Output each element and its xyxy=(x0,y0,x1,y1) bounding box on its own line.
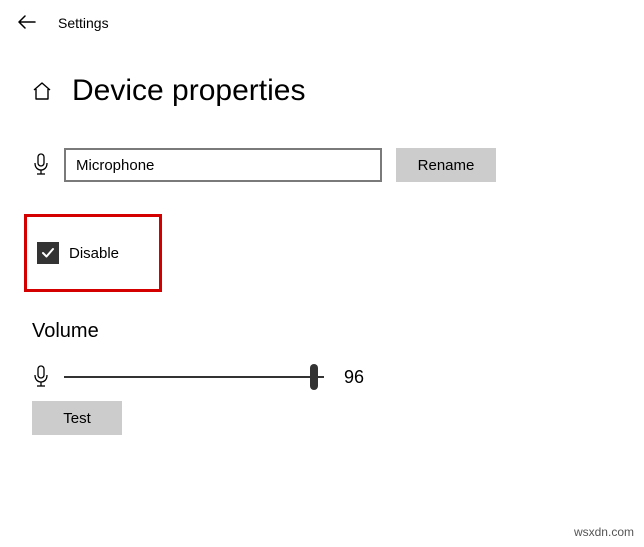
back-button[interactable] xyxy=(18,14,36,32)
page-title: Device properties xyxy=(72,74,305,108)
slider-thumb[interactable] xyxy=(310,364,318,390)
device-name-input[interactable] xyxy=(64,148,382,182)
watermark: wsxdn.com xyxy=(574,525,634,539)
rename-button[interactable]: Rename xyxy=(396,148,496,182)
home-icon[interactable] xyxy=(32,81,52,101)
disable-highlight-box: Disable xyxy=(24,214,162,292)
volume-value: 96 xyxy=(344,367,364,388)
app-title: Settings xyxy=(58,15,109,31)
slider-track xyxy=(64,376,324,378)
microphone-icon xyxy=(32,365,50,389)
volume-slider[interactable] xyxy=(64,365,324,389)
disable-label: Disable xyxy=(69,245,119,262)
microphone-icon xyxy=(32,153,50,177)
disable-checkbox[interactable] xyxy=(37,242,59,264)
volume-heading: Volume xyxy=(32,320,612,343)
test-button[interactable]: Test xyxy=(32,401,122,435)
